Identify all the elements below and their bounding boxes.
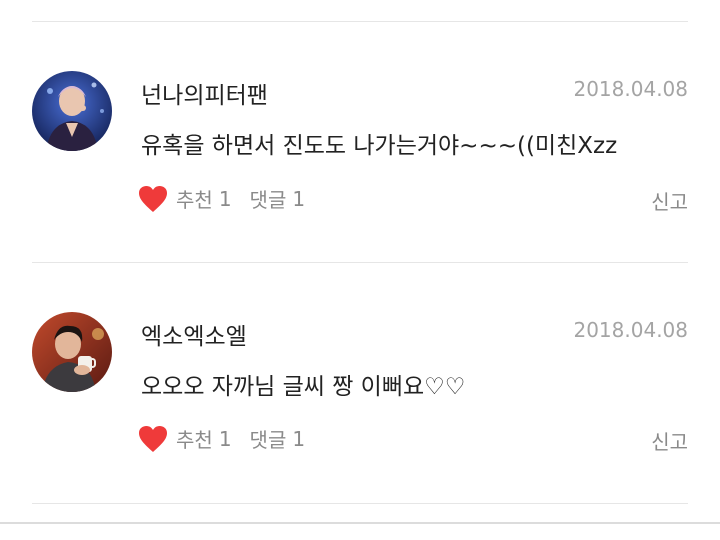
heart-icon[interactable] xyxy=(138,185,168,213)
divider xyxy=(32,21,688,22)
like-label[interactable]: 추천 xyxy=(176,424,213,453)
comment-author[interactable]: 넌나의피터팬 xyxy=(141,76,268,110)
report-button[interactable]: 신고 xyxy=(651,426,688,455)
user-avatar-photo-icon xyxy=(32,71,112,151)
comment-text: 오오오 자까님 글씨 짱 이뻐요♡♡ xyxy=(141,374,466,400)
avatar[interactable] xyxy=(32,71,112,151)
comment-list: 넌나의피터팬 2018.04.08 유혹을 하면서 진도도 나가는거야~~~((… xyxy=(0,0,720,540)
like-count: 1 xyxy=(218,186,232,211)
user-avatar-photo-icon xyxy=(32,312,112,392)
reply-label[interactable]: 댓글 xyxy=(250,184,287,213)
divider xyxy=(0,522,720,524)
reply-count: 1 xyxy=(292,426,306,451)
reply-count: 1 xyxy=(292,186,306,211)
comment-actions: 추천 1 댓글 1 xyxy=(138,424,305,453)
reply-label[interactable]: 댓글 xyxy=(250,424,287,453)
comment-date: 2018.04.08 xyxy=(573,77,688,101)
like-count: 1 xyxy=(218,426,232,451)
comment-author[interactable]: 엑소엑소엘 xyxy=(141,317,247,351)
heart-icon[interactable] xyxy=(138,425,168,453)
divider xyxy=(32,262,688,263)
like-label[interactable]: 추천 xyxy=(176,184,213,213)
comment-date: 2018.04.08 xyxy=(573,318,688,342)
report-button[interactable]: 신고 xyxy=(651,186,688,215)
comment-actions: 추천 1 댓글 1 xyxy=(138,184,305,213)
comment-text: 유혹을 하면서 진도도 나가는거야~~~((미친Xzz xyxy=(141,133,618,159)
avatar[interactable] xyxy=(32,312,112,392)
divider xyxy=(32,503,688,504)
